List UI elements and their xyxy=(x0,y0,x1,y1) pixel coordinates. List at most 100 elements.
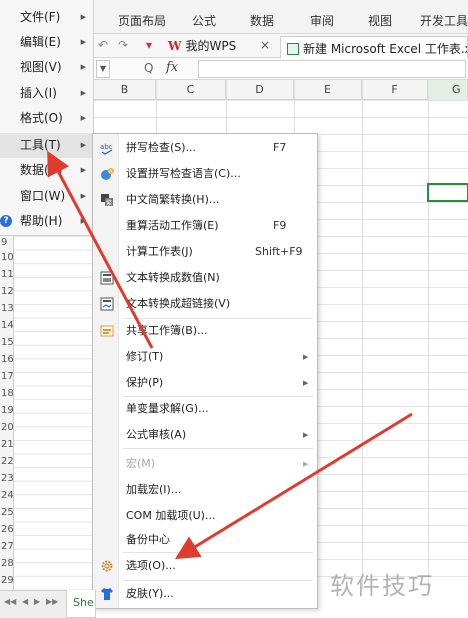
row-header[interactable]: 26 xyxy=(0,524,14,535)
formula-bar: ▼ Q fx xyxy=(94,58,468,80)
menu-item-help[interactable]: ? 帮助(H) ▶ xyxy=(0,209,94,234)
row-header[interactable]: 11 xyxy=(0,269,14,280)
prev-sheet-icon[interactable]: ◀ xyxy=(22,597,28,606)
row-header[interactable]: 23 xyxy=(0,473,14,484)
sheet-tab[interactable]: She xyxy=(66,590,96,618)
menu-item-window[interactable]: 窗口(W) ▶ xyxy=(0,184,94,209)
formula-input[interactable] xyxy=(198,60,466,78)
tab-data[interactable]: 数据 xyxy=(250,12,274,29)
row-header[interactable]: 18 xyxy=(0,388,14,399)
tab-my-wps-label: 我的WPS xyxy=(185,39,237,53)
menu-item-tools[interactable]: 工具(T) ▶ xyxy=(0,133,94,158)
row-header[interactable]: 19 xyxy=(0,405,14,416)
undo-icon[interactable]: ↶ xyxy=(98,38,108,52)
row-header[interactable]: 20 xyxy=(0,422,14,433)
menu-item-label: 重算活动工作簿(E) xyxy=(126,219,219,232)
menu-item-label: 公式审核(A) xyxy=(126,428,187,441)
row-header[interactable]: 13 xyxy=(0,303,14,314)
menu-item-spellcheck-language[interactable]: A 设置拼写检查语言(C)... xyxy=(93,162,319,186)
menu-item-formula-audit[interactable]: 公式审核(A) ▶ xyxy=(93,423,319,447)
text-to-number-icon xyxy=(100,271,114,285)
menu-item-share-workbook[interactable]: 共享工作簿(B)... xyxy=(93,319,319,343)
watermark-text: 软件技巧 xyxy=(330,572,434,600)
row-header[interactable]: 29 xyxy=(0,575,14,586)
tab-view[interactable]: 视图 xyxy=(368,12,392,29)
tab-developer[interactable]: 开发工具 xyxy=(420,12,468,29)
row-header[interactable]: 9 xyxy=(0,237,14,248)
menu-item-format[interactable]: 格式(O) ▶ xyxy=(0,106,94,131)
zoom-icon[interactable]: Q xyxy=(144,61,153,75)
menu-item-label: 文本转换成数值(N) xyxy=(126,271,220,284)
menu-item-label: 中文简繁转换(H)... xyxy=(126,193,220,206)
menu-item-goal-seek[interactable]: 单变量求解(G)... xyxy=(93,397,319,421)
menu-item-label: 数据(D) xyxy=(20,163,63,177)
menu-item-backup-center[interactable]: 备份中心 xyxy=(93,528,319,552)
column-header-f[interactable]: F xyxy=(362,80,428,100)
row-header[interactable]: 21 xyxy=(0,439,14,450)
redo-icon[interactable]: ↷ xyxy=(118,38,128,52)
row-header[interactable]: 27 xyxy=(0,541,14,552)
menu-item-insert[interactable]: 插入(I) ▶ xyxy=(0,81,94,106)
row-header[interactable]: 24 xyxy=(0,490,14,501)
column-header-b[interactable]: B xyxy=(94,80,156,100)
row-header[interactable]: 14 xyxy=(0,320,14,331)
submenu-arrow-icon: ▶ xyxy=(80,13,86,21)
column-divider xyxy=(362,80,363,590)
menu-item-label: 文本转换成超链接(V) xyxy=(126,297,231,310)
row-header[interactable]: 12 xyxy=(0,286,14,297)
menu-item-label: COM 加载项(U)... xyxy=(126,509,216,522)
menu-item-data[interactable]: 数据(D) ▶ xyxy=(0,158,94,183)
shortcut-label: F7 xyxy=(273,141,287,154)
menu-item-file[interactable]: 文件(F) ▶ xyxy=(0,5,94,30)
active-cell-selection[interactable] xyxy=(427,183,468,202)
tab-page-layout[interactable]: 页面布局 xyxy=(118,12,166,29)
menu-item-view[interactable]: 视图(V) ▶ xyxy=(0,55,94,80)
column-header-e[interactable]: E xyxy=(294,80,362,100)
tab-formulas[interactable]: 公式 xyxy=(192,12,216,29)
menu-item-skin[interactable]: 皮肤(Y)... xyxy=(93,582,319,606)
column-header-c[interactable]: C xyxy=(156,80,226,100)
row-header[interactable]: 22 xyxy=(0,456,14,467)
submenu-arrow-icon: ▶ xyxy=(80,89,86,97)
submenu-arrow-icon: ▶ xyxy=(80,38,86,46)
menu-item-text-to-number[interactable]: 文本转换成数值(N) xyxy=(93,266,319,290)
row-header[interactable]: 10 xyxy=(0,252,14,263)
submenu-arrow-icon: ▶ xyxy=(80,114,86,122)
row-header[interactable]: 25 xyxy=(0,507,14,518)
menu-item-label: 共享工作簿(B)... xyxy=(126,324,208,337)
tab-review[interactable]: 审阅 xyxy=(310,12,334,29)
name-box-dropdown-icon[interactable]: ▼ xyxy=(96,60,110,78)
row-header[interactable]: 16 xyxy=(0,354,14,365)
menu-item-recalc-workbook[interactable]: 重算活动工作簿(E) F9 xyxy=(93,214,319,238)
fx-icon[interactable]: fx xyxy=(166,60,178,75)
column-header-d[interactable]: D xyxy=(226,80,294,100)
menu-item-macro: 宏(M) ▶ xyxy=(93,452,319,476)
left-cell-column[interactable] xyxy=(14,236,94,590)
share-workbook-icon xyxy=(100,325,114,337)
row-header[interactable]: 15 xyxy=(0,337,14,348)
menu-item-revision[interactable]: 修订(T) ▶ xyxy=(93,345,319,369)
tab-my-wps[interactable]: W 我的WPS xyxy=(168,37,236,57)
first-sheet-icon[interactable]: ◀◀ xyxy=(4,597,16,606)
next-sheet-icon[interactable]: ▶ xyxy=(34,597,40,606)
customize-toolbar-icon[interactable]: ▾ xyxy=(146,38,152,52)
menu-item-text-to-hyperlink[interactable]: 文本转换成超链接(V) xyxy=(93,292,319,316)
column-header-g[interactable]: G xyxy=(428,80,468,100)
menu-item-spellcheck[interactable]: abc 拼写检查(S)... F7 xyxy=(93,136,319,160)
row-header[interactable]: 28 xyxy=(0,558,14,569)
close-tab-icon[interactable]: × xyxy=(260,38,270,52)
menu-item-chinese-convert[interactable]: 繁 中文简繁转换(H)... xyxy=(93,188,319,212)
spellcheck-icon: abc xyxy=(100,143,113,155)
last-sheet-icon[interactable]: ▶▶ xyxy=(46,597,58,606)
menu-item-addins[interactable]: 加载宏(I)... xyxy=(93,478,319,502)
menu-item-options[interactable]: 选项(O)... xyxy=(93,554,319,578)
menu-item-protect[interactable]: 保护(P) ▶ xyxy=(93,371,319,395)
menu-item-com-addins[interactable]: COM 加载项(U)... xyxy=(93,504,319,528)
submenu-arrow-icon: ▶ xyxy=(80,141,86,149)
row-header[interactable]: 17 xyxy=(0,371,14,382)
tab-workbook-file[interactable]: 新建 Microsoft Excel 工作表.xlsx xyxy=(280,36,468,58)
menu-item-edit[interactable]: 编辑(E) ▶ xyxy=(0,30,94,55)
menu-item-calc-sheet[interactable]: 计算工作表(J) Shift+F9 xyxy=(93,240,319,264)
submenu-arrow-icon: ▶ xyxy=(303,431,309,439)
menu-separator xyxy=(123,448,313,449)
